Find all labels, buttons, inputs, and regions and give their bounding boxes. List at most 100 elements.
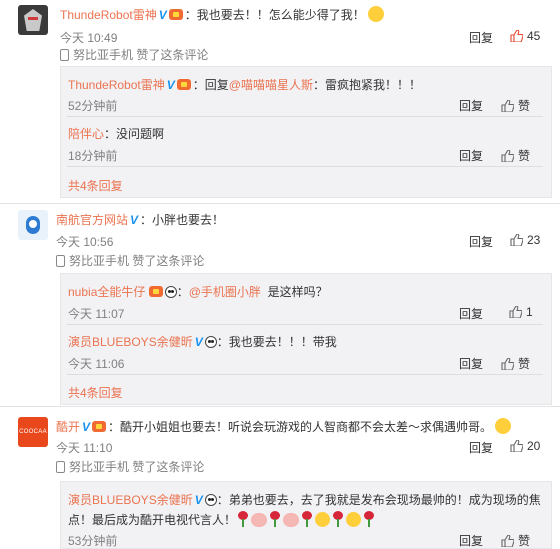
username-link[interactable]: nubia全能牛仔 — [68, 285, 145, 299]
like-button[interactable]: 赞 — [501, 532, 530, 549]
timestamp: 18分钟前 — [68, 149, 118, 163]
timestamp: 今天 11:06 — [68, 357, 125, 371]
reply-button[interactable]: 回复 — [469, 233, 493, 250]
like-button[interactable]: 1 — [509, 305, 533, 319]
reply-text: ：没问题啊 — [104, 127, 165, 141]
phone-icon — [60, 49, 69, 61]
comment-text: ：酷开小姐姐也要去！听说会玩游戏的人智商都不会太差～求偶遇帅哥。 — [108, 420, 493, 434]
comment-text: ：小胖也要去！ — [140, 213, 225, 227]
verified-icon: V — [82, 420, 91, 434]
reply-list: 演员BLUEBOYS余健昕 V ：弟弟也要去，去了我就是发布会现场最帅的！成为现场的… — [60, 481, 552, 549]
like-count: 23 — [527, 233, 541, 247]
rose-emoji-icon — [301, 511, 313, 527]
timestamp: 今天 11:07 — [68, 307, 125, 321]
username-link[interactable]: 南航官方网站 — [56, 213, 128, 227]
like-button[interactable]: 赞 — [501, 97, 530, 114]
reply-button[interactable]: 回复 — [469, 439, 493, 456]
avatar[interactable] — [18, 210, 48, 240]
mention-link[interactable]: @喵喵喵星人斯 — [229, 78, 313, 92]
reply-body: 陪伴心：没问题啊 — [68, 125, 164, 142]
timestamp: 今天 10:56 — [56, 235, 114, 249]
liked-by-note: 努比亚手机 赞了这条评论 — [60, 46, 208, 63]
timestamp: 53分钟前 — [68, 534, 118, 548]
like-label: 赞 — [518, 357, 531, 371]
grin-emoji-icon — [315, 512, 331, 527]
comment-3: COOCAA 酷开 酷开V：酷开小姐姐也要去！听说会玩游戏的人智商都不会太差～求… — [0, 407, 560, 549]
comment-body: 酷开 V ：酷开小姐姐也要去！听说会玩游戏的人智商都不会太差～求偶遇帅哥。 — [56, 418, 512, 435]
reply-body: ThundeRobot雷神 V ：回复@喵喵喵星人斯：雷疯抱紧我！！！ — [68, 76, 421, 93]
reply-button[interactable]: 回复 — [459, 532, 483, 549]
timestamp: 今天 11:10 — [56, 441, 113, 455]
reply-button[interactable]: 回复 — [459, 97, 483, 114]
rose-emoji-icon — [332, 511, 344, 527]
reply-body: 演员BLUEBOYS余健昕 V ：我也要去！！！带我 — [68, 333, 337, 350]
reply-list: ThundeRobot雷神 V ：回复@喵喵喵星人斯：雷疯抱紧我！！！ 52分钟前 … — [60, 66, 552, 198]
avatar[interactable] — [18, 5, 48, 35]
thumbs-up-icon — [501, 535, 514, 547]
grin-emoji-icon — [346, 512, 362, 527]
comment-body: 南航官方网站 V ：小胖也要去！ — [56, 211, 224, 228]
thumbs-up-emoji-icon — [495, 418, 512, 434]
like-button[interactable]: 赞 — [501, 355, 530, 372]
sweat-emoji-icon — [367, 6, 384, 22]
verified-icon: V — [158, 8, 167, 22]
like-label: 赞 — [518, 99, 531, 113]
thumbs-up-icon — [501, 150, 514, 162]
username-link[interactable]: 演员BLUEBOYS余健昕 — [68, 493, 193, 507]
username-link[interactable]: ThundeRobot雷神 — [68, 78, 165, 92]
reply-button[interactable]: 回复 — [469, 29, 493, 46]
reply-body-line2: 点！最后成为酷开电视代言人！ — [68, 511, 376, 528]
reply-list: nubia全能牛仔 ：@手机圈小胖 是这样吗？ 今天 11:07 回复 1 演员… — [60, 273, 552, 405]
like-button[interactable]: 23 — [510, 233, 540, 247]
vip-icon — [168, 9, 183, 20]
thumbs-up-icon — [510, 234, 523, 246]
comment-text: ：我也要去！！怎么能少得了我！ — [184, 8, 365, 22]
pig-emoji-icon — [251, 513, 268, 527]
reply-button[interactable]: 回复 — [459, 305, 483, 322]
panda-badge-icon — [204, 336, 217, 348]
timestamp: 52分钟前 — [68, 99, 118, 113]
reply-text: ：我也要去！！！带我 — [216, 335, 337, 349]
avatar-logo-text: COOCAA 酷开 — [19, 429, 47, 435]
divider — [67, 116, 543, 117]
reply-text: 点！最后成为酷开电视代言人！ — [68, 513, 237, 527]
verified-icon: V — [130, 213, 139, 227]
thumbs-up-icon — [510, 30, 523, 42]
comment-body: ThundeRobot雷神 V ：我也要去！！怎么能少得了我！ — [60, 6, 384, 23]
pig-emoji-icon — [283, 513, 300, 527]
verified-icon: V — [194, 493, 203, 507]
vip-icon — [92, 421, 107, 432]
reply-text: ：雷疯抱紧我！！！ — [312, 78, 421, 92]
username-link[interactable]: ThundeRobot雷神 — [60, 8, 157, 22]
panda-badge-icon — [164, 286, 177, 298]
like-button[interactable]: 45 — [510, 29, 540, 43]
vip-icon — [176, 79, 191, 90]
like-count: 20 — [527, 439, 541, 453]
reply-button[interactable]: 回复 — [459, 147, 483, 164]
like-button[interactable]: 20 — [510, 439, 540, 453]
reply-body: nubia全能牛仔 ：@手机圈小胖 是这样吗？ — [68, 285, 328, 299]
like-count: 1 — [526, 305, 533, 319]
thumbs-up-icon — [501, 100, 514, 112]
divider — [67, 374, 543, 375]
thumbs-up-icon — [501, 358, 514, 370]
username-link[interactable]: 演员BLUEBOYS余健昕 — [68, 335, 193, 349]
reply-text: ：回复 — [192, 78, 229, 92]
panda-badge-icon — [204, 494, 217, 506]
more-replies-link[interactable]: 共4条回复 — [68, 384, 123, 401]
username-link[interactable]: 酷开 — [56, 420, 80, 434]
like-label: 赞 — [518, 149, 531, 163]
username-link[interactable]: 陪伴心 — [68, 127, 104, 141]
more-replies-link[interactable]: 共4条回复 — [68, 177, 123, 194]
like-button[interactable]: 赞 — [501, 147, 530, 164]
timestamp: 今天 10:49 — [60, 31, 118, 45]
like-count: 45 — [527, 29, 541, 43]
reply-text: ：弟弟也要去，去了我就是发布会现场最帅的！成为现场的焦 — [216, 493, 541, 507]
reply-text: 是这样吗？ — [267, 285, 328, 299]
reply-button[interactable]: 回复 — [459, 355, 483, 372]
rose-emoji-icon — [363, 511, 375, 527]
reply-body: 演员BLUEBOYS余健昕 V ：弟弟也要去，去了我就是发布会现场最帅的！成为现场的… — [68, 491, 541, 508]
avatar[interactable]: COOCAA 酷开 — [18, 417, 48, 447]
mention-link[interactable]: @手机圈小胖 — [189, 285, 261, 299]
comment-1: ThundeRobot雷神 V ：我也要去！！怎么能少得了我！ 今天 10:49 回… — [0, 0, 560, 200]
